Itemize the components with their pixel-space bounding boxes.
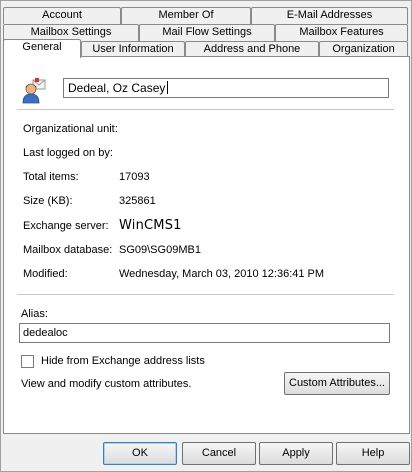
ok-button[interactable]: OK — [103, 442, 177, 465]
custom-attributes-button[interactable]: Custom Attributes... — [284, 372, 390, 395]
tab-mailbox-features[interactable]: Mailbox Features — [275, 24, 408, 41]
display-name-text: Dedeal, Oz Casey — [68, 81, 166, 95]
display-name-input[interactable]: Dedeal, Oz Casey — [63, 78, 389, 98]
separator-middle — [17, 294, 394, 295]
modified-label: Modified: — [23, 268, 68, 280]
modified-value: Wednesday, March 03, 2010 12:36:41 PM — [119, 268, 325, 280]
hide-from-address-lists-label[interactable]: Hide from Exchange address lists — [41, 355, 205, 367]
last-logon-label: Last logged on by: — [23, 147, 113, 159]
exchange-server-value: WinCMS1 — [119, 218, 182, 233]
tab-member-of[interactable]: Member Of — [121, 7, 251, 24]
tab-general[interactable]: General — [3, 39, 81, 58]
apply-button[interactable]: Apply — [259, 442, 333, 465]
total-items-label: Total items: — [23, 171, 79, 183]
text-caret — [167, 81, 169, 94]
tab-mail-flow-settings[interactable]: Mail Flow Settings — [139, 24, 275, 41]
mailbox-properties-dialog: Account Member Of E-Mail Addresses Mailb… — [0, 0, 412, 472]
exchange-server-label: Exchange server: — [23, 220, 109, 232]
help-button[interactable]: Help — [336, 442, 410, 465]
tab-email-addresses[interactable]: E-Mail Addresses — [251, 7, 408, 24]
cancel-button[interactable]: Cancel — [182, 442, 256, 465]
tab-account[interactable]: Account — [3, 7, 121, 24]
total-items-value: 17093 — [119, 171, 150, 183]
separator-top — [17, 109, 394, 110]
hide-from-address-lists-checkbox[interactable] — [21, 355, 34, 368]
mailbox-user-icon — [21, 78, 47, 104]
mailbox-database-label: Mailbox database: — [23, 244, 113, 256]
org-unit-label: Organizational unit: — [23, 123, 118, 135]
size-label: Size (KB): — [23, 195, 73, 207]
alias-input[interactable]: dedealoc — [19, 323, 390, 343]
size-value: 325861 — [119, 195, 156, 207]
custom-attributes-text: View and modify custom attributes. — [21, 378, 192, 390]
alias-label: Alias: — [21, 308, 48, 320]
mailbox-database-value: SG09\SG09MB1 — [119, 244, 201, 256]
